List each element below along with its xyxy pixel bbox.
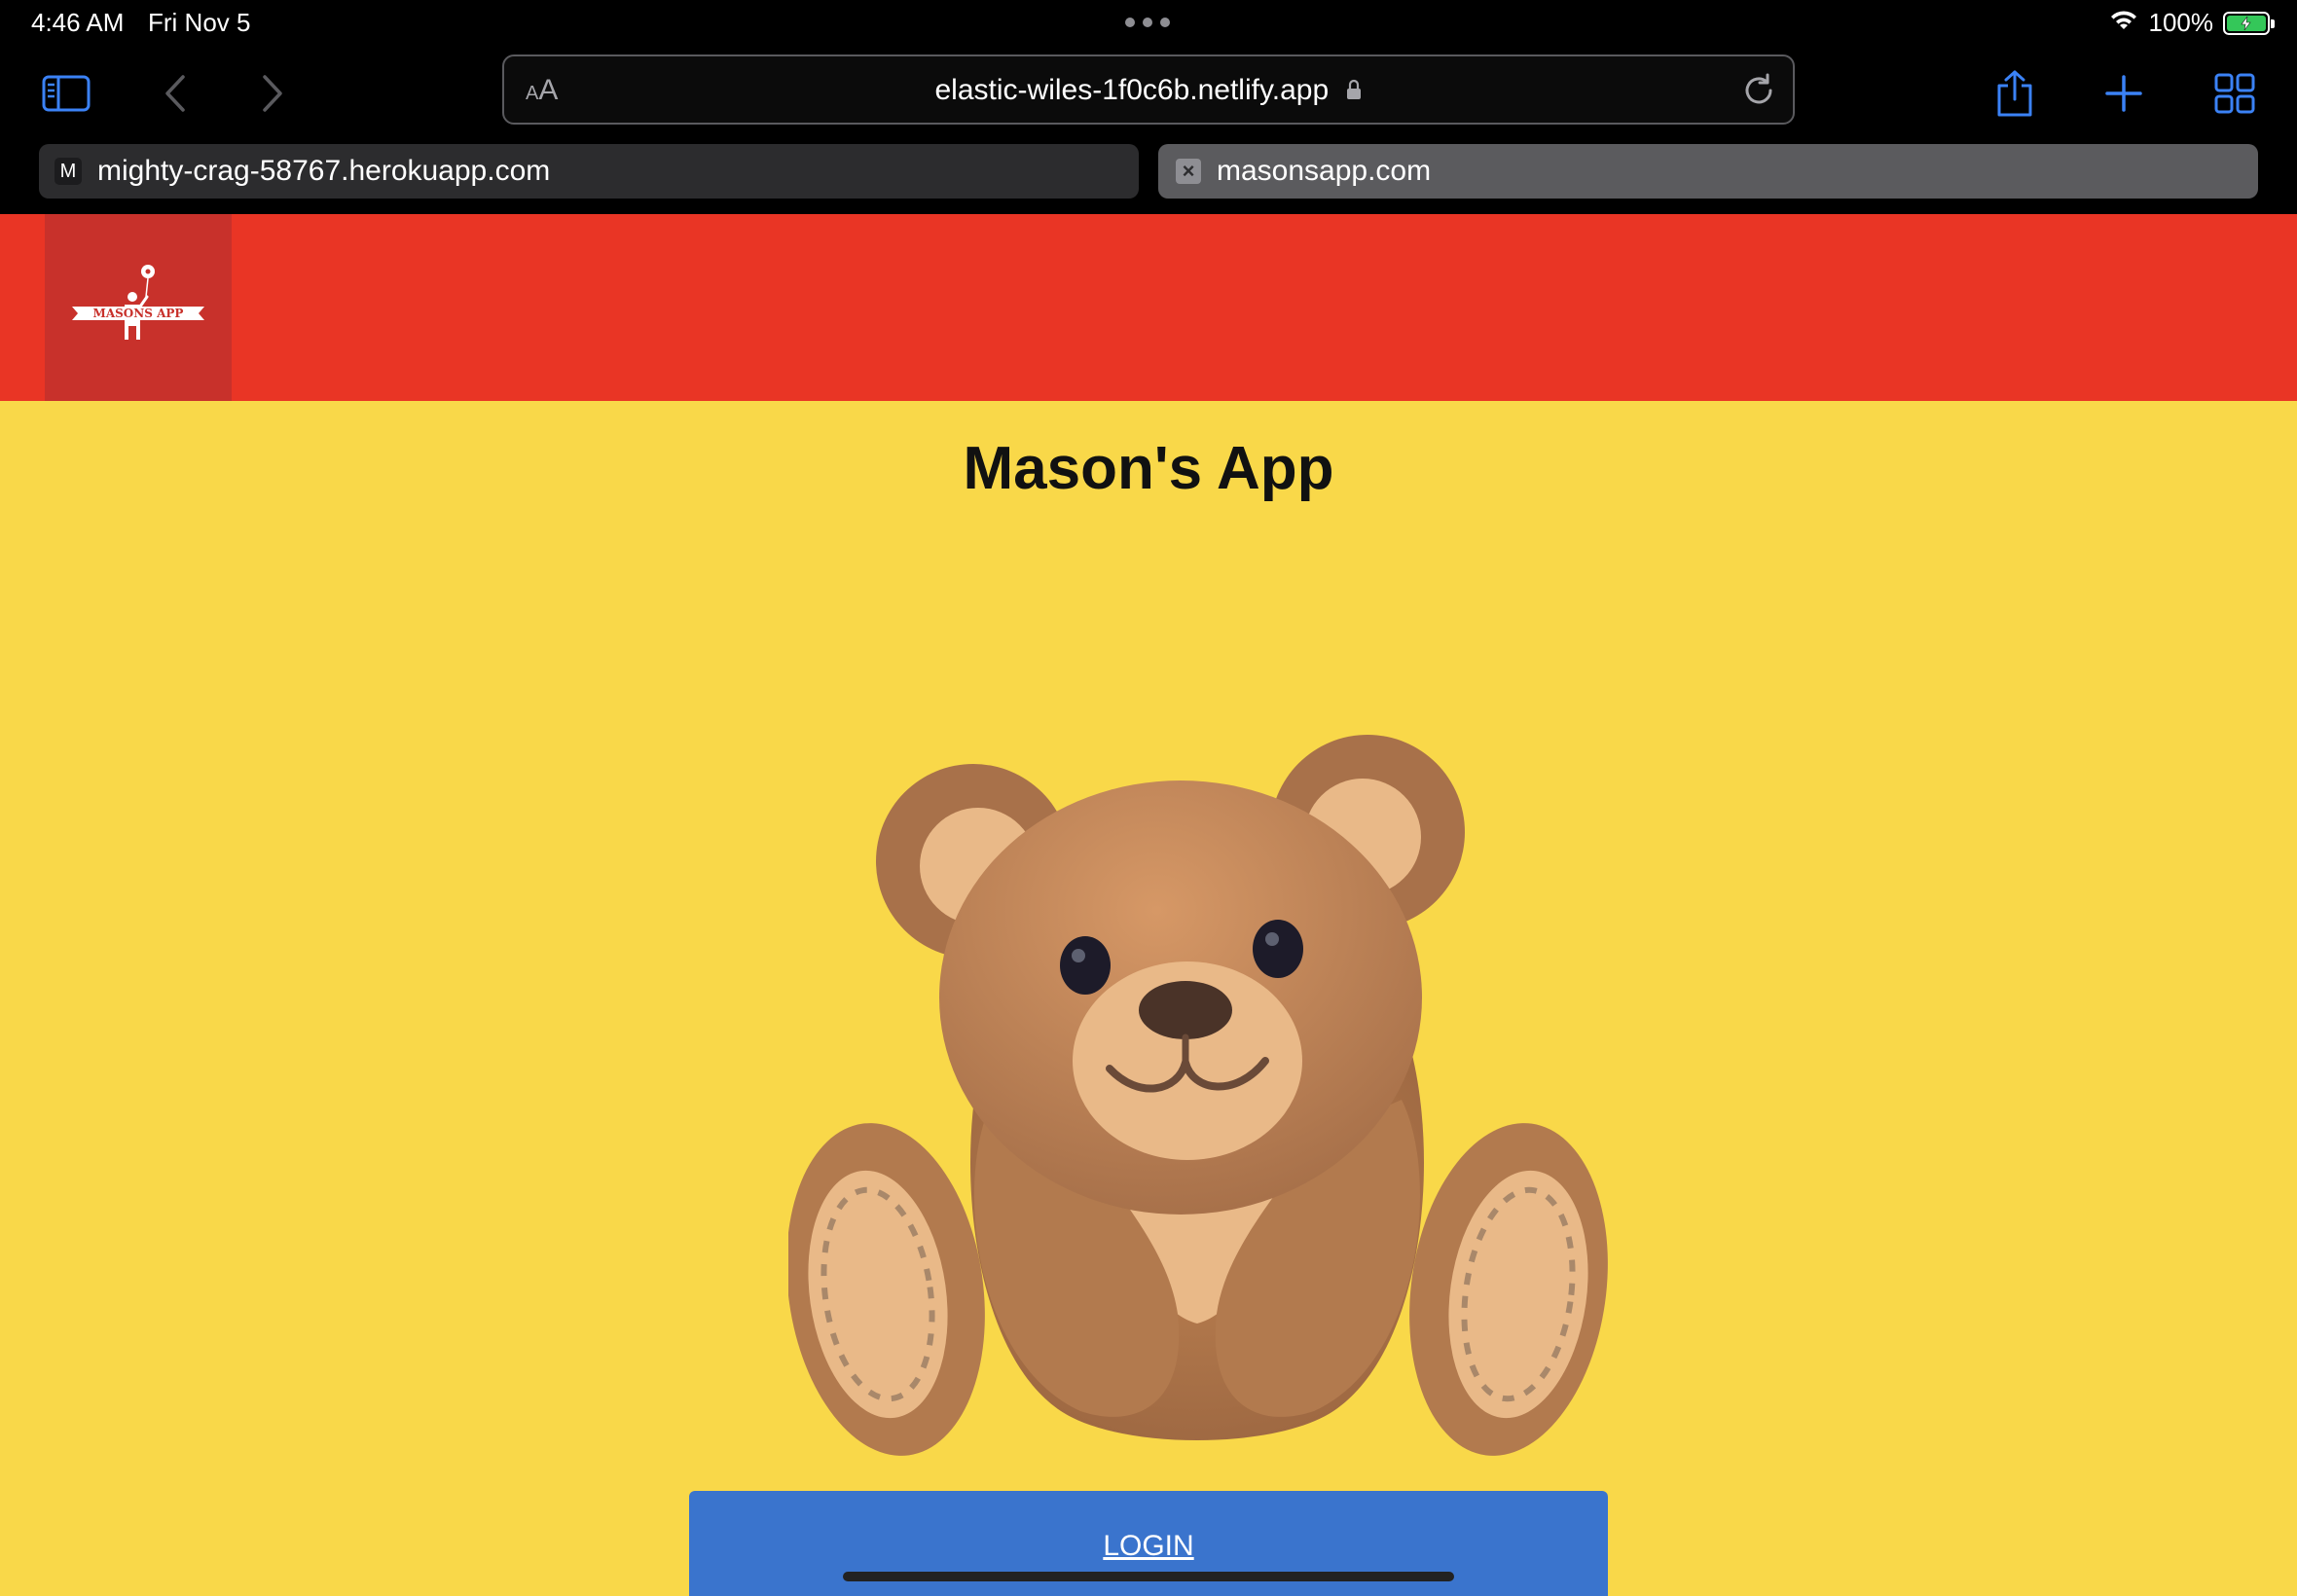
tab-favicon: M — [55, 158, 82, 185]
tab-overview-icon[interactable] — [2207, 66, 2262, 121]
forward-icon[interactable] — [245, 66, 300, 121]
site-logo[interactable]: MASONS APP — [45, 214, 232, 401]
lock-icon — [1346, 75, 1362, 108]
wifi-icon — [2108, 8, 2139, 38]
logo-image: MASONS APP — [72, 265, 204, 340]
reload-icon[interactable] — [1740, 72, 1777, 114]
multitasking-dots-icon[interactable] — [1125, 18, 1170, 27]
tab-label: masonsapp.com — [1217, 155, 1432, 187]
status-indicators: 100% — [2108, 8, 2275, 38]
url-text: elastic-wiles-1f0c6b.netlify.app — [934, 74, 1330, 106]
status-bar: 4:46 AM Fri Nov 5 100% — [0, 0, 2297, 51]
close-icon[interactable]: × — [1176, 159, 1201, 184]
page-title: Mason's App — [963, 435, 1334, 502]
battery-icon — [2223, 11, 2275, 35]
address-bar[interactable]: AA elastic-wiles-1f0c6b.netlify.app — [502, 54, 1795, 125]
tab-masonsapp[interactable]: × masonsapp.com — [1158, 144, 2258, 199]
teddy-bear-image: vh — [788, 735, 1608, 1456]
share-icon[interactable] — [1987, 66, 2042, 121]
url-display[interactable]: elastic-wiles-1f0c6b.netlify.app — [504, 74, 1793, 108]
home-indicator[interactable] — [843, 1572, 1454, 1581]
login-label: LOGIN — [1103, 1530, 1194, 1562]
web-page: MASONS APP Mason's App LOGIN — [0, 214, 2297, 1596]
tab-strip: M mighty-crag-58767.herokuapp.com × maso… — [0, 138, 2297, 214]
site-header: MASONS APP — [0, 214, 2297, 401]
battery-percent: 100% — [2148, 8, 2214, 37]
tab-label: mighty-crag-58767.herokuapp.com — [97, 155, 551, 187]
browser-toolbar: AA elastic-wiles-1f0c6b.netlify.app — [0, 51, 2297, 138]
logo-text: MASONS APP — [93, 307, 184, 320]
tab-heroku[interactable]: M mighty-crag-58767.herokuapp.com — [39, 144, 1139, 199]
new-tab-icon[interactable] — [2096, 66, 2151, 121]
sidebar-icon[interactable] — [39, 66, 93, 121]
back-icon[interactable] — [148, 66, 202, 121]
status-date: Fri Nov 5 — [148, 8, 251, 37]
status-time: 4:46 AM — [31, 8, 125, 37]
